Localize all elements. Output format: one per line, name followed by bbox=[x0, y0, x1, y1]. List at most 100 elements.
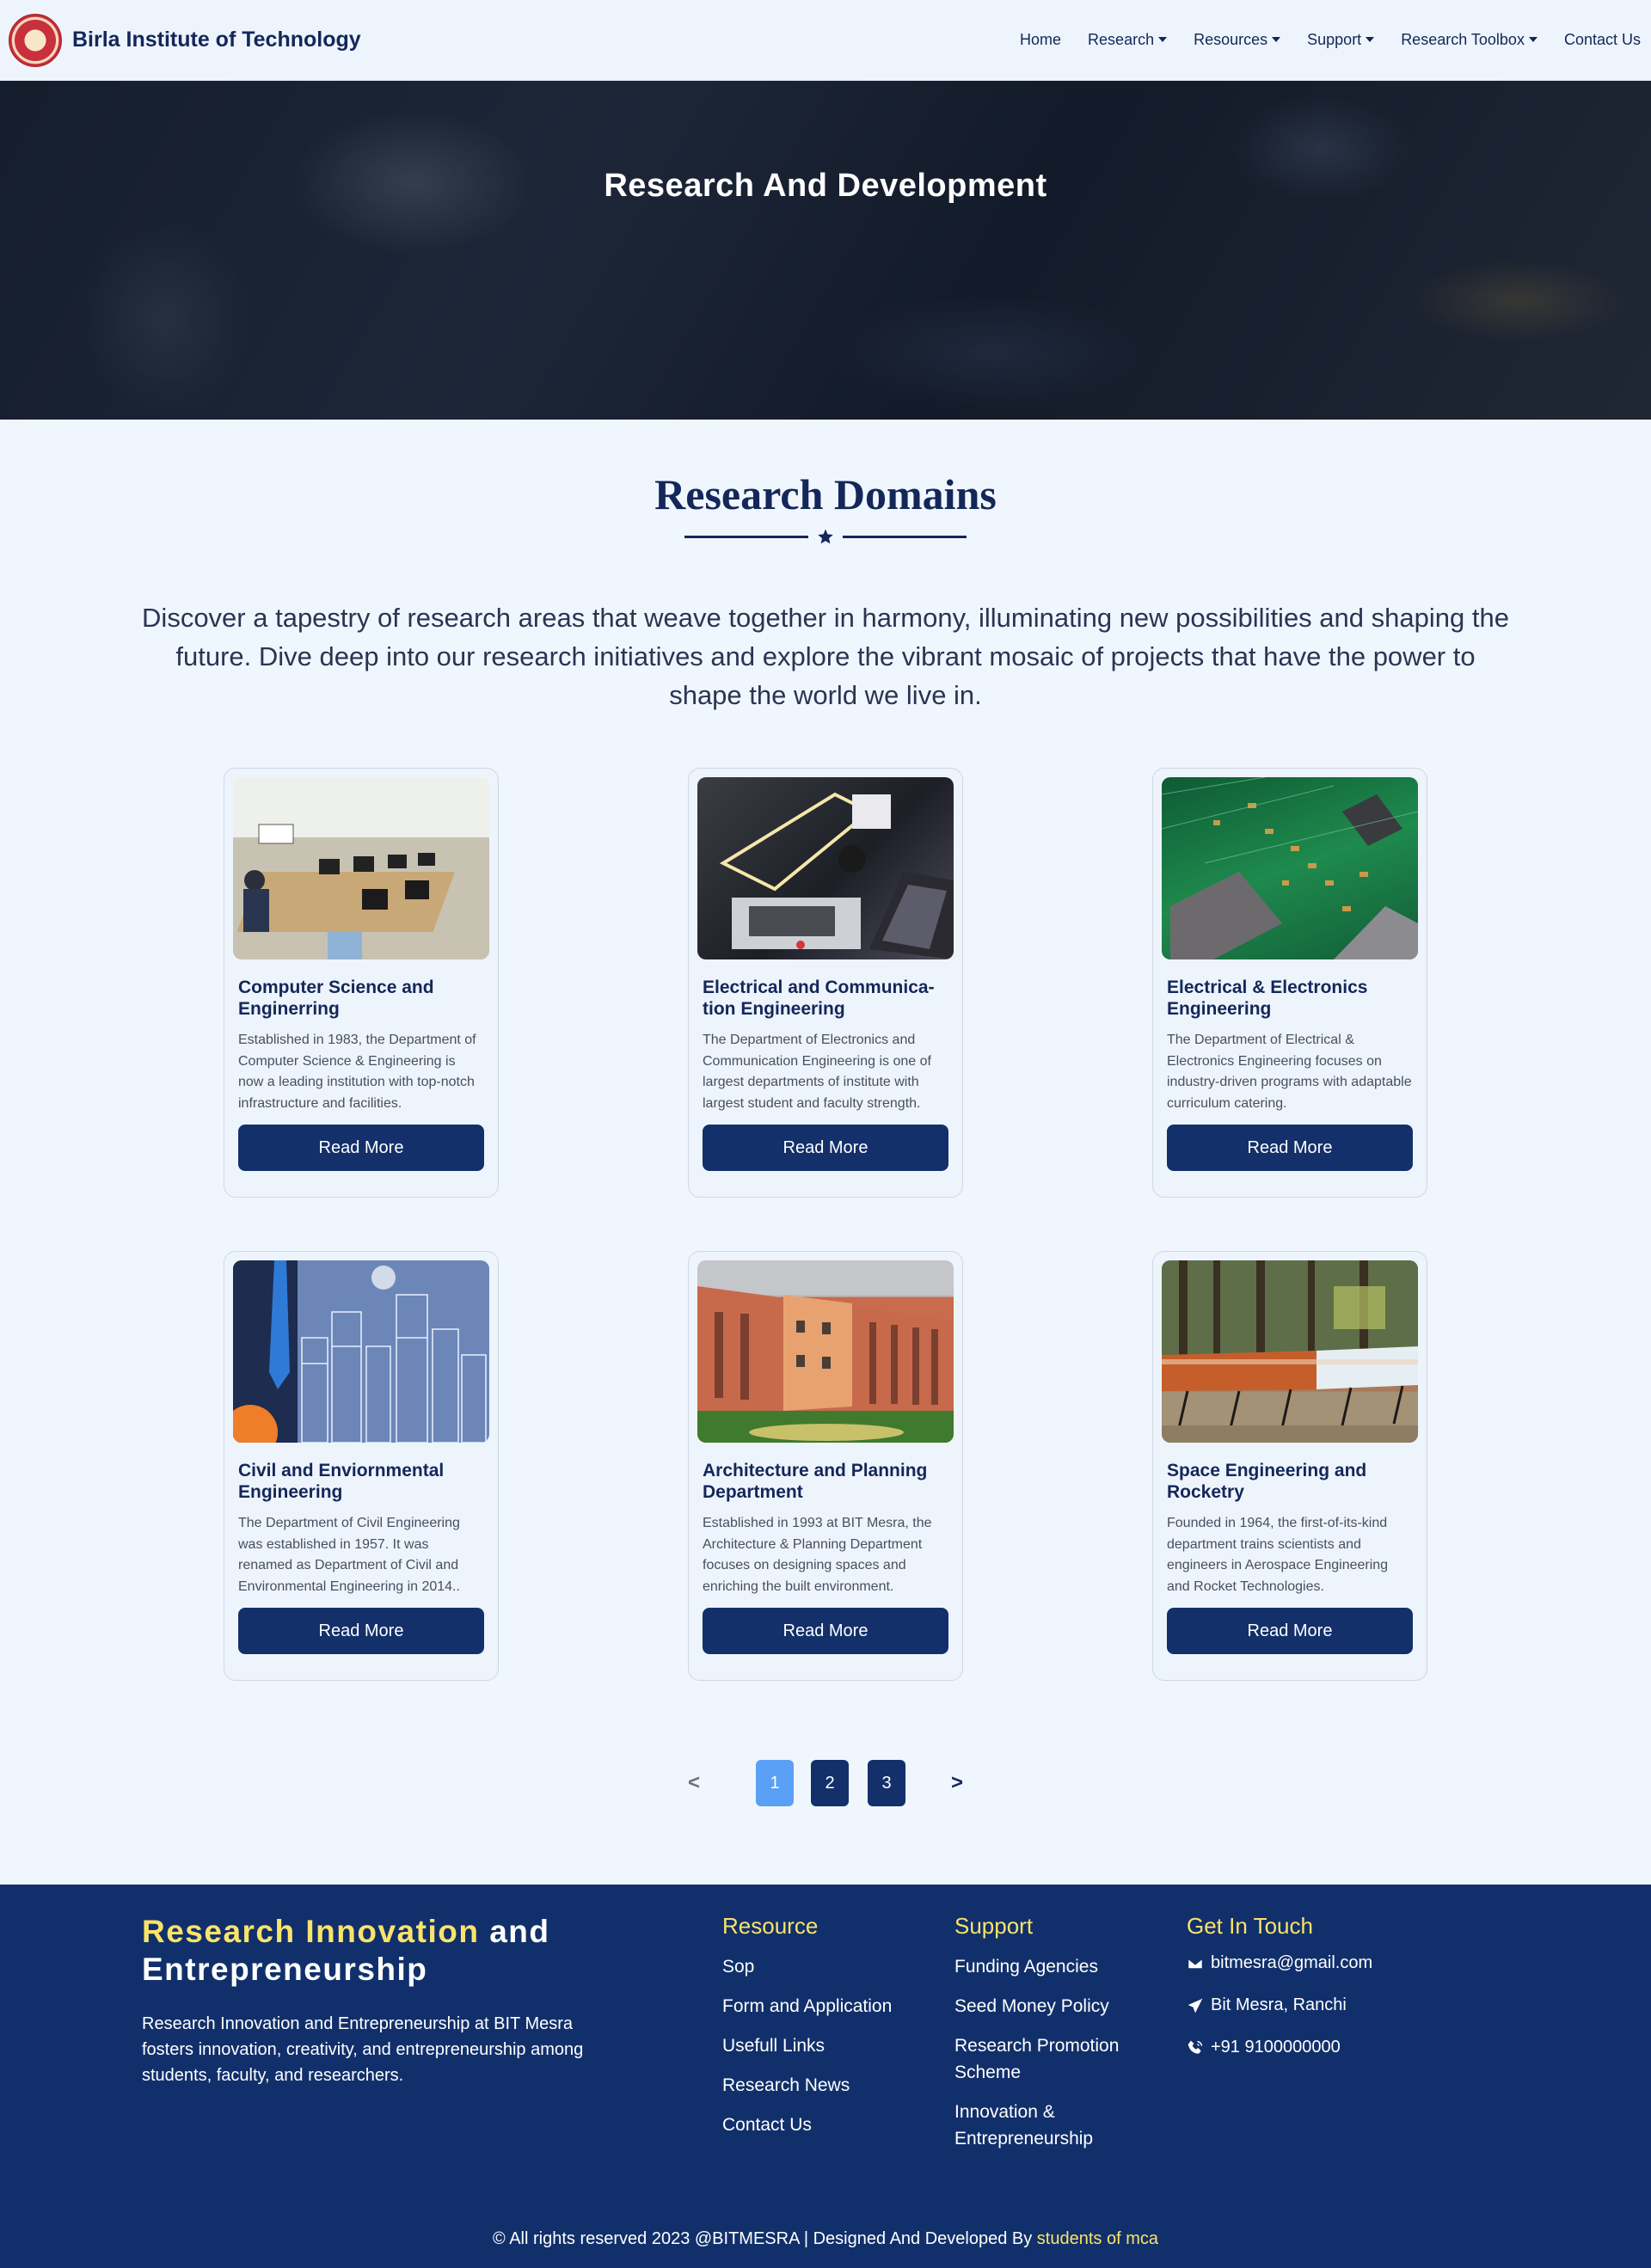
intro-text: Discover a tapestry of research areas th… bbox=[142, 603, 1509, 710]
rocket-display-photo bbox=[1162, 1260, 1418, 1443]
read-more-button[interactable]: Read More bbox=[703, 1125, 948, 1171]
read-more-button[interactable]: Read More bbox=[1167, 1125, 1413, 1171]
page-1-button[interactable]: 1 bbox=[756, 1760, 794, 1806]
domain-card: Civil and Enviornmental Engineering The … bbox=[224, 1251, 499, 1681]
robotics-lab-illustration bbox=[719, 792, 954, 959]
hero-title: Research And Development bbox=[604, 167, 1047, 204]
circuit-board-photo bbox=[1162, 777, 1418, 959]
footer-contact-address[interactable]: Bit Mesra, Ranchi bbox=[1187, 1995, 1372, 2015]
nav-research-toolbox[interactable]: Research Toolbox bbox=[1401, 31, 1537, 49]
footer-link-innovation-entrepreneurship[interactable]: Innovation & Entrepreneurship bbox=[954, 2099, 1152, 2152]
footer-brand-title: Research Innovation and Entrepreneurship bbox=[142, 1913, 623, 1989]
copyright-bar: © All rights reserved 2023 @BITMESRA | D… bbox=[0, 2229, 1651, 2249]
footer-link-form-and-application[interactable]: Form and Application bbox=[722, 1993, 892, 2020]
footer-brand: Research Innovation and Entrepreneurship… bbox=[142, 1913, 623, 2088]
read-more-button[interactable]: Read More bbox=[238, 1125, 484, 1171]
card-title: Computer Science and Enginerring bbox=[238, 978, 434, 1019]
footer-support-column: Support Funding Agencies Seed Money Poli… bbox=[954, 1913, 1152, 2165]
footer-contact-column: Get In Touch bitmesra@gmail.com Bit Mesr… bbox=[1187, 1913, 1372, 2080]
footer-contact-phone[interactable]: +91 9100000000 bbox=[1187, 2038, 1372, 2057]
copyright-text: © All rights reserved 2023 @BITMESRA | D… bbox=[493, 2229, 1033, 2248]
footer-link-sop[interactable]: Sop bbox=[722, 1953, 892, 1980]
footer-contact-phone-text: +91 9100000000 bbox=[1211, 2038, 1341, 2057]
brand-name[interactable]: Birla Institute of Technology bbox=[72, 28, 361, 52]
pagination: < 1 2 3 > bbox=[0, 1760, 1651, 1806]
envelope-icon bbox=[1188, 1958, 1203, 1969]
campus-building-photo bbox=[697, 1260, 954, 1443]
phone-volume-icon bbox=[1188, 2040, 1203, 2054]
circuit-board-illustration bbox=[1162, 777, 1418, 959]
star-icon bbox=[818, 529, 833, 544]
read-more-button[interactable]: Read More bbox=[238, 1608, 484, 1654]
divider-line-right bbox=[843, 535, 967, 538]
footer-link-seed-money-policy[interactable]: Seed Money Policy bbox=[954, 1993, 1152, 2020]
card-title: Civil and Enviornmental Engineering bbox=[238, 1461, 445, 1502]
rocket-display-illustration bbox=[1162, 1260, 1418, 1443]
computer-lab-photo bbox=[233, 777, 489, 959]
footer-contact-title: Get In Touch bbox=[1187, 1913, 1313, 1939]
nav-contact-us[interactable]: Contact Us bbox=[1564, 31, 1641, 49]
campus-building-illustration bbox=[697, 1260, 954, 1443]
footer-description: Research Innovation and Entrepreneurship… bbox=[142, 2014, 584, 2085]
read-more-button[interactable]: Read More bbox=[703, 1608, 948, 1654]
nav-links: Home Research Resources Support Research… bbox=[1020, 31, 1641, 49]
computer-lab-illustration bbox=[233, 777, 489, 959]
footer-contact-address-text: Bit Mesra, Ranchi bbox=[1211, 1995, 1347, 2014]
footer: Research Innovation and Entrepreneurship… bbox=[0, 1885, 1651, 2268]
brand[interactable]: Birla Institute of Technology bbox=[9, 13, 361, 67]
footer-link-research-promotion-scheme[interactable]: Research Promotion Scheme bbox=[954, 2032, 1152, 2086]
city-skyline-photo bbox=[233, 1260, 489, 1443]
nav-resources-label: Resources bbox=[1194, 31, 1268, 48]
footer-link-research-news[interactable]: Research News bbox=[722, 2072, 892, 2099]
domain-card: Computer Science and Enginerring Establi… bbox=[224, 768, 499, 1198]
domain-card: Electrical and Communica-tion Engineerin… bbox=[688, 768, 963, 1198]
nav-support[interactable]: Support bbox=[1307, 31, 1375, 49]
card-title: Electrical & Electronics Engineering bbox=[1167, 978, 1368, 1019]
footer-link-contact-us[interactable]: Contact Us bbox=[722, 2112, 892, 2138]
credit-link[interactable]: students of mca bbox=[1037, 2229, 1158, 2248]
card-description: The Department of Electronics and Commun… bbox=[703, 1033, 931, 1111]
chevron-down-icon bbox=[1158, 37, 1168, 42]
card-title: Electrical and Communica-tion Engineerin… bbox=[703, 978, 935, 1019]
card-description: Established in 1983, the Department of C… bbox=[238, 1033, 476, 1111]
footer-link-funding-agencies[interactable]: Funding Agencies bbox=[954, 1953, 1152, 1980]
card-description: The Department of Electrical & Electroni… bbox=[1167, 1033, 1412, 1111]
nav-home-label: Home bbox=[1020, 31, 1062, 48]
chevron-down-icon bbox=[1272, 37, 1281, 42]
footer-brand-highlight: Research Innovation bbox=[142, 1914, 480, 1949]
pagination-next[interactable]: > bbox=[940, 1771, 974, 1795]
nav-research-label: Research bbox=[1088, 31, 1155, 48]
nav-support-label: Support bbox=[1307, 31, 1362, 48]
read-more-button[interactable]: Read More bbox=[1167, 1608, 1413, 1654]
city-skyline-illustration bbox=[233, 1260, 487, 1443]
footer-contact-email-text: bitmesra@gmail.com bbox=[1211, 1953, 1373, 1972]
navbar: Birla Institute of Technology Home Resea… bbox=[0, 0, 1651, 81]
domain-card: Architecture and Planning Department Est… bbox=[688, 1251, 963, 1681]
pagination-prev[interactable]: < bbox=[677, 1771, 711, 1795]
robotics-lab-photo bbox=[697, 777, 954, 959]
nav-research[interactable]: Research bbox=[1088, 31, 1168, 49]
page-2-button[interactable]: 2 bbox=[811, 1760, 849, 1806]
divider-line-left bbox=[684, 535, 808, 538]
domain-card: Space Engineering and Rocketry Founded i… bbox=[1152, 1251, 1427, 1681]
nav-home[interactable]: Home bbox=[1020, 31, 1061, 49]
institute-logo[interactable] bbox=[9, 13, 62, 67]
domain-card: Electrical & Electronics Engineering The… bbox=[1152, 768, 1427, 1198]
card-description: Established in 1993 at BIT Mesra, the Ar… bbox=[703, 1516, 932, 1594]
section-title: Research Domains bbox=[654, 470, 997, 518]
hero-banner: Research And Development bbox=[0, 81, 1651, 420]
chevron-down-icon bbox=[1528, 37, 1537, 42]
nav-research-toolbox-label: Research Toolbox bbox=[1401, 31, 1525, 48]
card-title: Architecture and Planning Department bbox=[703, 1461, 928, 1502]
chevron-down-icon bbox=[1366, 37, 1375, 42]
footer-resource-title: Resource bbox=[722, 1913, 819, 1939]
footer-contact-email[interactable]: bitmesra@gmail.com bbox=[1187, 1953, 1372, 1973]
page-3-button[interactable]: 3 bbox=[868, 1760, 905, 1806]
nav-contact-us-label: Contact Us bbox=[1563, 31, 1641, 48]
title-divider bbox=[0, 528, 1651, 545]
nav-resources[interactable]: Resources bbox=[1194, 31, 1281, 49]
card-title: Space Engineering and Rocketry bbox=[1167, 1461, 1367, 1502]
paper-plane-icon bbox=[1188, 1998, 1203, 2013]
footer-link-useful-links[interactable]: Usefull Links bbox=[722, 2032, 892, 2059]
card-description: The Department of Civil Engineering was … bbox=[238, 1516, 460, 1594]
